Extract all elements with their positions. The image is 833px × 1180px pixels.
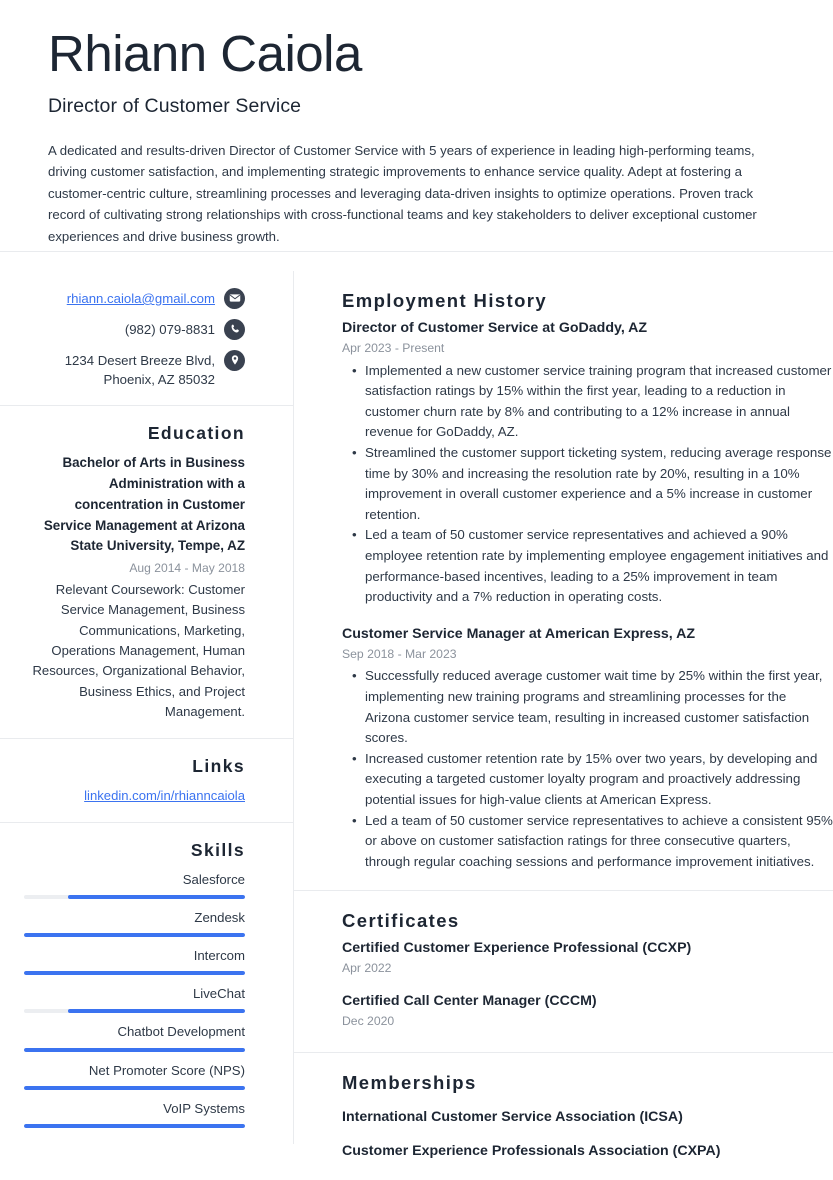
membership-title: International Customer Service Associati… <box>342 1108 683 1125</box>
contact-phone-text: (982) 079-8831 <box>124 321 215 337</box>
skill-level-fill <box>68 1009 245 1014</box>
employment-block: Employment History Director of Customer … <box>294 271 833 892</box>
skill-level-fill <box>24 1085 245 1090</box>
skill-level-fill <box>24 971 245 976</box>
contact-email-text[interactable]: rhiann.caiola@gmail.com <box>67 288 215 308</box>
skill-name: LiveChat <box>192 986 245 1002</box>
skill-level-fill <box>24 1047 245 1052</box>
education-heading: Education <box>147 423 245 444</box>
certificate-entry: Certified Call Center Manager (CCCM) Dec … <box>342 992 833 1031</box>
sidebar: rhiann.caiola@gmail.com (982) 079-8831 1… <box>0 270 294 1144</box>
skills-heading: Skills <box>190 839 245 860</box>
employment-title: Customer Service Manager at American Exp… <box>342 625 695 642</box>
contact-address-row: 1234 Desert Breeze Blvd, Phoenix, AZ 850… <box>24 349 245 389</box>
skill-item: LiveChat <box>24 984 245 1014</box>
certificates-block: Certificates Certified Customer Experien… <box>294 891 833 1053</box>
links-block: Links linkedin.com/in/rhianncaiola <box>0 739 293 823</box>
certificate-title: Certified Call Center Manager (CCCM) <box>342 993 597 1010</box>
memberships-block: Memberships International Customer Servi… <box>294 1053 833 1180</box>
certificate-entry: Certified Customer Experience Profession… <box>342 939 833 978</box>
skill-item: Intercom <box>24 946 245 976</box>
employment-bullet: Successfully reduced average customer wa… <box>352 666 833 748</box>
skill-level-track <box>24 1009 245 1014</box>
link-linkedin[interactable]: linkedin.com/in/rhianncaiola <box>24 786 245 806</box>
employment-bullet: Led a team of 50 customer service repres… <box>352 811 833 873</box>
contact-phone-row[interactable]: (982) 079-8831 <box>24 318 245 340</box>
skill-level-track <box>24 971 245 976</box>
skill-level-track <box>24 933 245 938</box>
skill-item: Net Promoter Score (NPS) <box>24 1061 245 1090</box>
contact-email-row[interactable]: rhiann.caiola@gmail.com <box>24 287 245 309</box>
skill-name: VoIP Systems <box>163 1100 245 1116</box>
employment-bullet: Implemented a new customer service train… <box>352 361 833 443</box>
employment-heading: Employment History <box>342 289 548 311</box>
employment-bullet-list: Successfully reduced average customer wa… <box>342 666 833 872</box>
skill-name: Intercom <box>193 948 245 964</box>
skill-level-track <box>24 1123 245 1128</box>
skills-block: Skills Salesforce Zendesk Intercom LiveChat… <box>0 823 293 1144</box>
employment-entry: Customer Service Manager at American Exp… <box>342 625 833 873</box>
memberships-heading: Memberships <box>342 1071 477 1093</box>
skill-level-fill <box>24 933 245 938</box>
employment-bullet: Led a team of 50 customer service repres… <box>352 525 833 607</box>
employment-bullet-list: Implemented a new customer service train… <box>342 361 833 608</box>
skill-level-fill <box>68 894 245 899</box>
skill-item: Salesforce <box>24 870 245 899</box>
contact-address-text: 1234 Desert Breeze Blvd, Phoenix, AZ 850… <box>64 352 215 388</box>
skills-list: Salesforce Zendesk Intercom LiveChat Chatbot… <box>24 870 245 1128</box>
membership-title: Customer Experience Professionals Associ… <box>342 1142 721 1159</box>
membership-entries: International Customer Service Associati… <box>342 1108 833 1162</box>
candidate-job-title: Director of Customer Service <box>48 95 302 118</box>
certificate-entries: Certified Customer Experience Profession… <box>342 939 833 1030</box>
skill-item: Zendesk <box>24 908 245 938</box>
skill-name: Chatbot Development <box>117 1024 245 1040</box>
employment-date: Sep 2018 - Mar 2023 <box>342 646 457 661</box>
employment-bullet: Increased customer retention rate by 15%… <box>352 749 833 811</box>
resume-body: rhiann.caiola@gmail.com (982) 079-8831 1… <box>0 270 833 1180</box>
education-block: Education Bachelor of Arts in Business A… <box>0 406 293 740</box>
resume-page: Rhiann Caiola Director of Customer Servi… <box>0 0 833 1178</box>
education-description: Relevant Coursework: Customer Service Ma… <box>32 582 245 719</box>
skill-item: Chatbot Development <box>24 1022 245 1052</box>
education-degree: Bachelor of Arts in Business Administrat… <box>43 455 245 554</box>
skill-level-track <box>24 894 245 899</box>
certificate-date: Dec 2020 <box>342 1013 395 1028</box>
education-date: Aug 2014 - May 2018 <box>129 561 245 576</box>
skill-item: VoIP Systems <box>24 1099 245 1128</box>
candidate-name: Rhiann Caiola <box>48 25 362 82</box>
links-heading: Links <box>192 756 245 777</box>
envelope-icon <box>224 287 245 309</box>
employment-title: Director of Customer Service at GoDaddy,… <box>342 319 648 336</box>
employment-entry: Director of Customer Service at GoDaddy,… <box>342 319 833 608</box>
certificate-date: Apr 2022 <box>342 961 392 976</box>
skill-level-track <box>24 1085 245 1090</box>
skill-level-track <box>24 1047 245 1052</box>
resume-header: Rhiann Caiola Director of Customer Servi… <box>0 0 833 271</box>
skill-name: Zendesk <box>194 909 245 925</box>
phone-icon <box>224 318 245 340</box>
certificates-heading: Certificates <box>342 910 460 932</box>
header-divider <box>0 251 833 252</box>
employment-entries: Director of Customer Service at GoDaddy,… <box>342 319 833 873</box>
skill-name: Salesforce <box>182 871 245 887</box>
certificate-title: Certified Customer Experience Profession… <box>342 940 692 957</box>
skill-name: Net Promoter Score (NPS) <box>88 1062 245 1078</box>
location-pin-icon <box>224 349 245 371</box>
skill-level-fill <box>24 1123 245 1128</box>
employment-bullet: Streamlined the customer support ticketi… <box>352 443 833 525</box>
main-column: Employment History Director of Customer … <box>294 271 833 1180</box>
employment-date: Apr 2023 - Present <box>342 340 445 355</box>
contact-block: rhiann.caiola@gmail.com (982) 079-8831 1… <box>0 271 293 407</box>
